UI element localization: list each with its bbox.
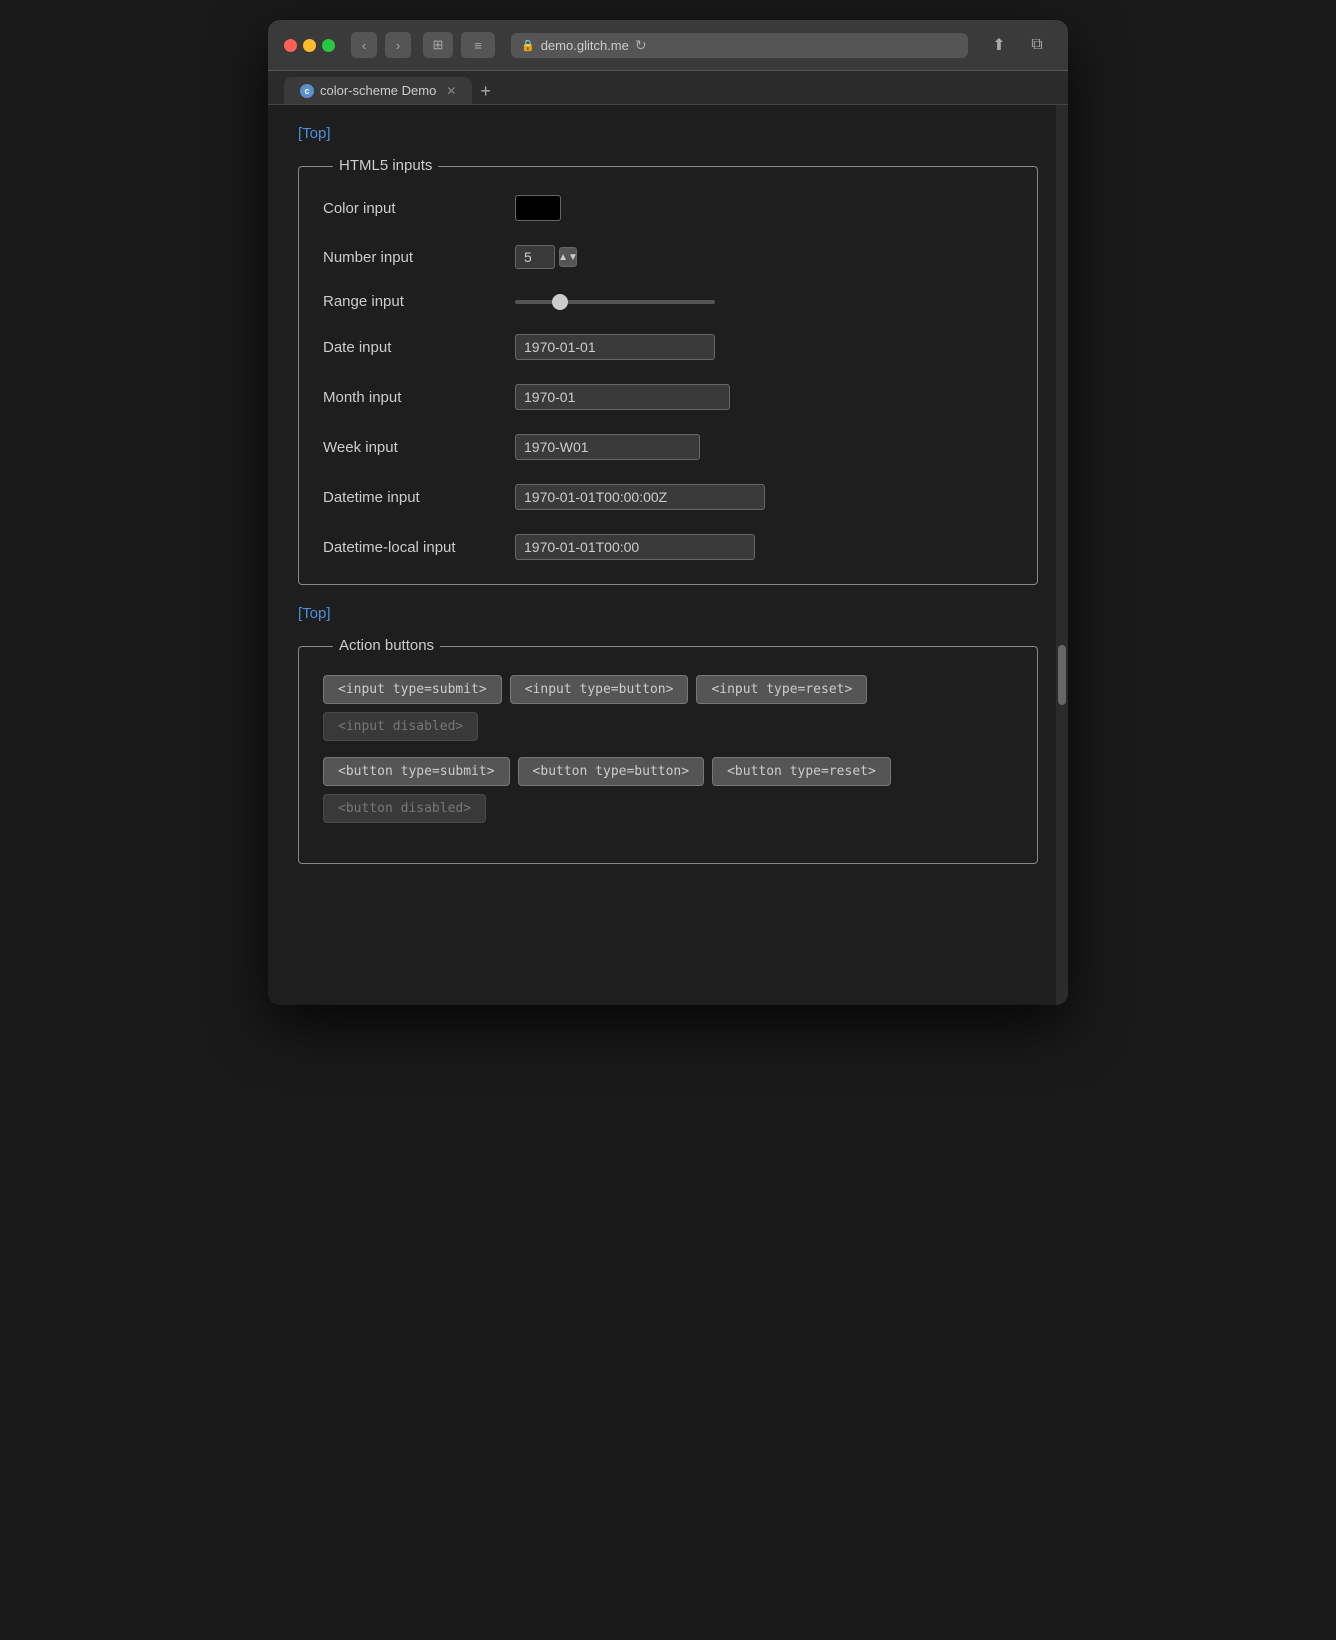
input-buttons-group: <input type=submit> <input type=button> …: [323, 675, 1013, 741]
html5-inputs-section: HTML5 inputs Color input Number input ▲▼: [298, 158, 1038, 585]
html5-inputs-legend: HTML5 inputs: [333, 157, 438, 174]
color-input-label: Color input: [323, 200, 503, 217]
week-input-row: Week input: [323, 434, 1013, 460]
url-text: demo.glitch.me: [541, 38, 629, 53]
month-input-label: Month input: [323, 389, 503, 406]
number-spinner[interactable]: ▲▼: [559, 247, 577, 267]
input-submit-button[interactable]: <input type=submit>: [323, 675, 502, 704]
browser-window: ‹ › ⊞ ≡ 🔒 demo.glitch.me ↻ ⬆ ⧉ c color-s…: [268, 20, 1068, 1005]
spinner-up-icon: ▲▼: [558, 252, 578, 263]
close-button[interactable]: [284, 39, 297, 52]
back-button[interactable]: ‹: [351, 32, 377, 58]
reload-button[interactable]: ↻: [635, 37, 647, 54]
color-input-row: Color input: [323, 195, 1013, 221]
traffic-lights: [284, 39, 335, 52]
input-button-button[interactable]: <input type=button>: [510, 675, 689, 704]
datetime-input[interactable]: [515, 484, 765, 510]
number-input-row: Number input ▲▼: [323, 245, 1013, 269]
button-buttons-group: <button type=submit> <button type=button…: [323, 757, 1013, 823]
button-reset-button[interactable]: <button type=reset>: [712, 757, 891, 786]
new-tab-button[interactable]: +: [480, 82, 491, 100]
month-input-row: Month input: [323, 384, 1013, 410]
new-window-icon: ⧉: [1031, 36, 1042, 54]
button-disabled-button: <button disabled>: [323, 794, 486, 823]
minimize-button[interactable]: [303, 39, 316, 52]
date-input-row: Date input: [323, 334, 1013, 360]
button-button-button[interactable]: <button type=button>: [518, 757, 705, 786]
color-input[interactable]: [515, 195, 561, 221]
bottom-top-link[interactable]: [Top]: [298, 605, 331, 622]
active-tab[interactable]: c color-scheme Demo ✕: [284, 77, 472, 104]
range-input[interactable]: [515, 300, 715, 304]
datetime-input-label: Datetime input: [323, 489, 503, 506]
maximize-button[interactable]: [322, 39, 335, 52]
week-input-label: Week input: [323, 439, 503, 456]
sidebar-icon: ⊞: [433, 37, 444, 53]
action-buttons-legend: Action buttons: [333, 637, 440, 654]
address-bar[interactable]: 🔒 demo.glitch.me ↻: [511, 33, 968, 58]
date-input[interactable]: [515, 334, 715, 360]
tab-close-button[interactable]: ✕: [446, 84, 456, 98]
scrollbar-track: [1056, 105, 1068, 1005]
tab-title: color-scheme Demo: [320, 83, 436, 98]
share-button[interactable]: ⬆: [984, 32, 1014, 58]
tab-favicon: c: [300, 84, 314, 98]
forward-icon: ›: [396, 38, 400, 53]
datetime-local-input-label: Datetime-local input: [323, 539, 503, 556]
range-input-label: Range input: [323, 293, 503, 310]
page-wrapper: [Top] HTML5 inputs Color input Number in…: [268, 105, 1068, 1005]
datetime-input-row: Datetime input: [323, 484, 1013, 510]
forward-button[interactable]: ›: [385, 32, 411, 58]
share-icon: ⬆: [992, 35, 1005, 55]
scrollbar-thumb[interactable]: [1058, 645, 1066, 705]
datetime-local-input-row: Datetime-local input: [323, 534, 1013, 560]
month-input[interactable]: [515, 384, 730, 410]
datetime-local-input[interactable]: [515, 534, 755, 560]
button-submit-button[interactable]: <button type=submit>: [323, 757, 510, 786]
tab-bar: c color-scheme Demo ✕ +: [268, 71, 1068, 105]
new-window-button[interactable]: ⧉: [1022, 32, 1052, 58]
back-icon: ‹: [362, 38, 366, 53]
title-bar: ‹ › ⊞ ≡ 🔒 demo.glitch.me ↻ ⬆ ⧉: [268, 20, 1068, 71]
top-link[interactable]: [Top]: [298, 125, 331, 142]
page-content: [Top] HTML5 inputs Color input Number in…: [268, 105, 1068, 1005]
input-reset-button[interactable]: <input type=reset>: [696, 675, 867, 704]
date-input-label: Date input: [323, 339, 503, 356]
lock-icon: 🔒: [521, 39, 535, 52]
sidebar-button[interactable]: ⊞: [423, 32, 453, 58]
action-buttons-section: Action buttons <input type=submit> <inpu…: [298, 638, 1038, 864]
input-disabled-button: <input disabled>: [323, 712, 478, 741]
range-input-row: Range input: [323, 293, 1013, 310]
number-input-label: Number input: [323, 249, 503, 266]
number-input[interactable]: [515, 245, 555, 269]
menu-icon: ≡: [474, 38, 482, 53]
number-input-wrapper: ▲▼: [515, 245, 577, 269]
menu-button[interactable]: ≡: [461, 32, 495, 58]
week-input[interactable]: [515, 434, 700, 460]
